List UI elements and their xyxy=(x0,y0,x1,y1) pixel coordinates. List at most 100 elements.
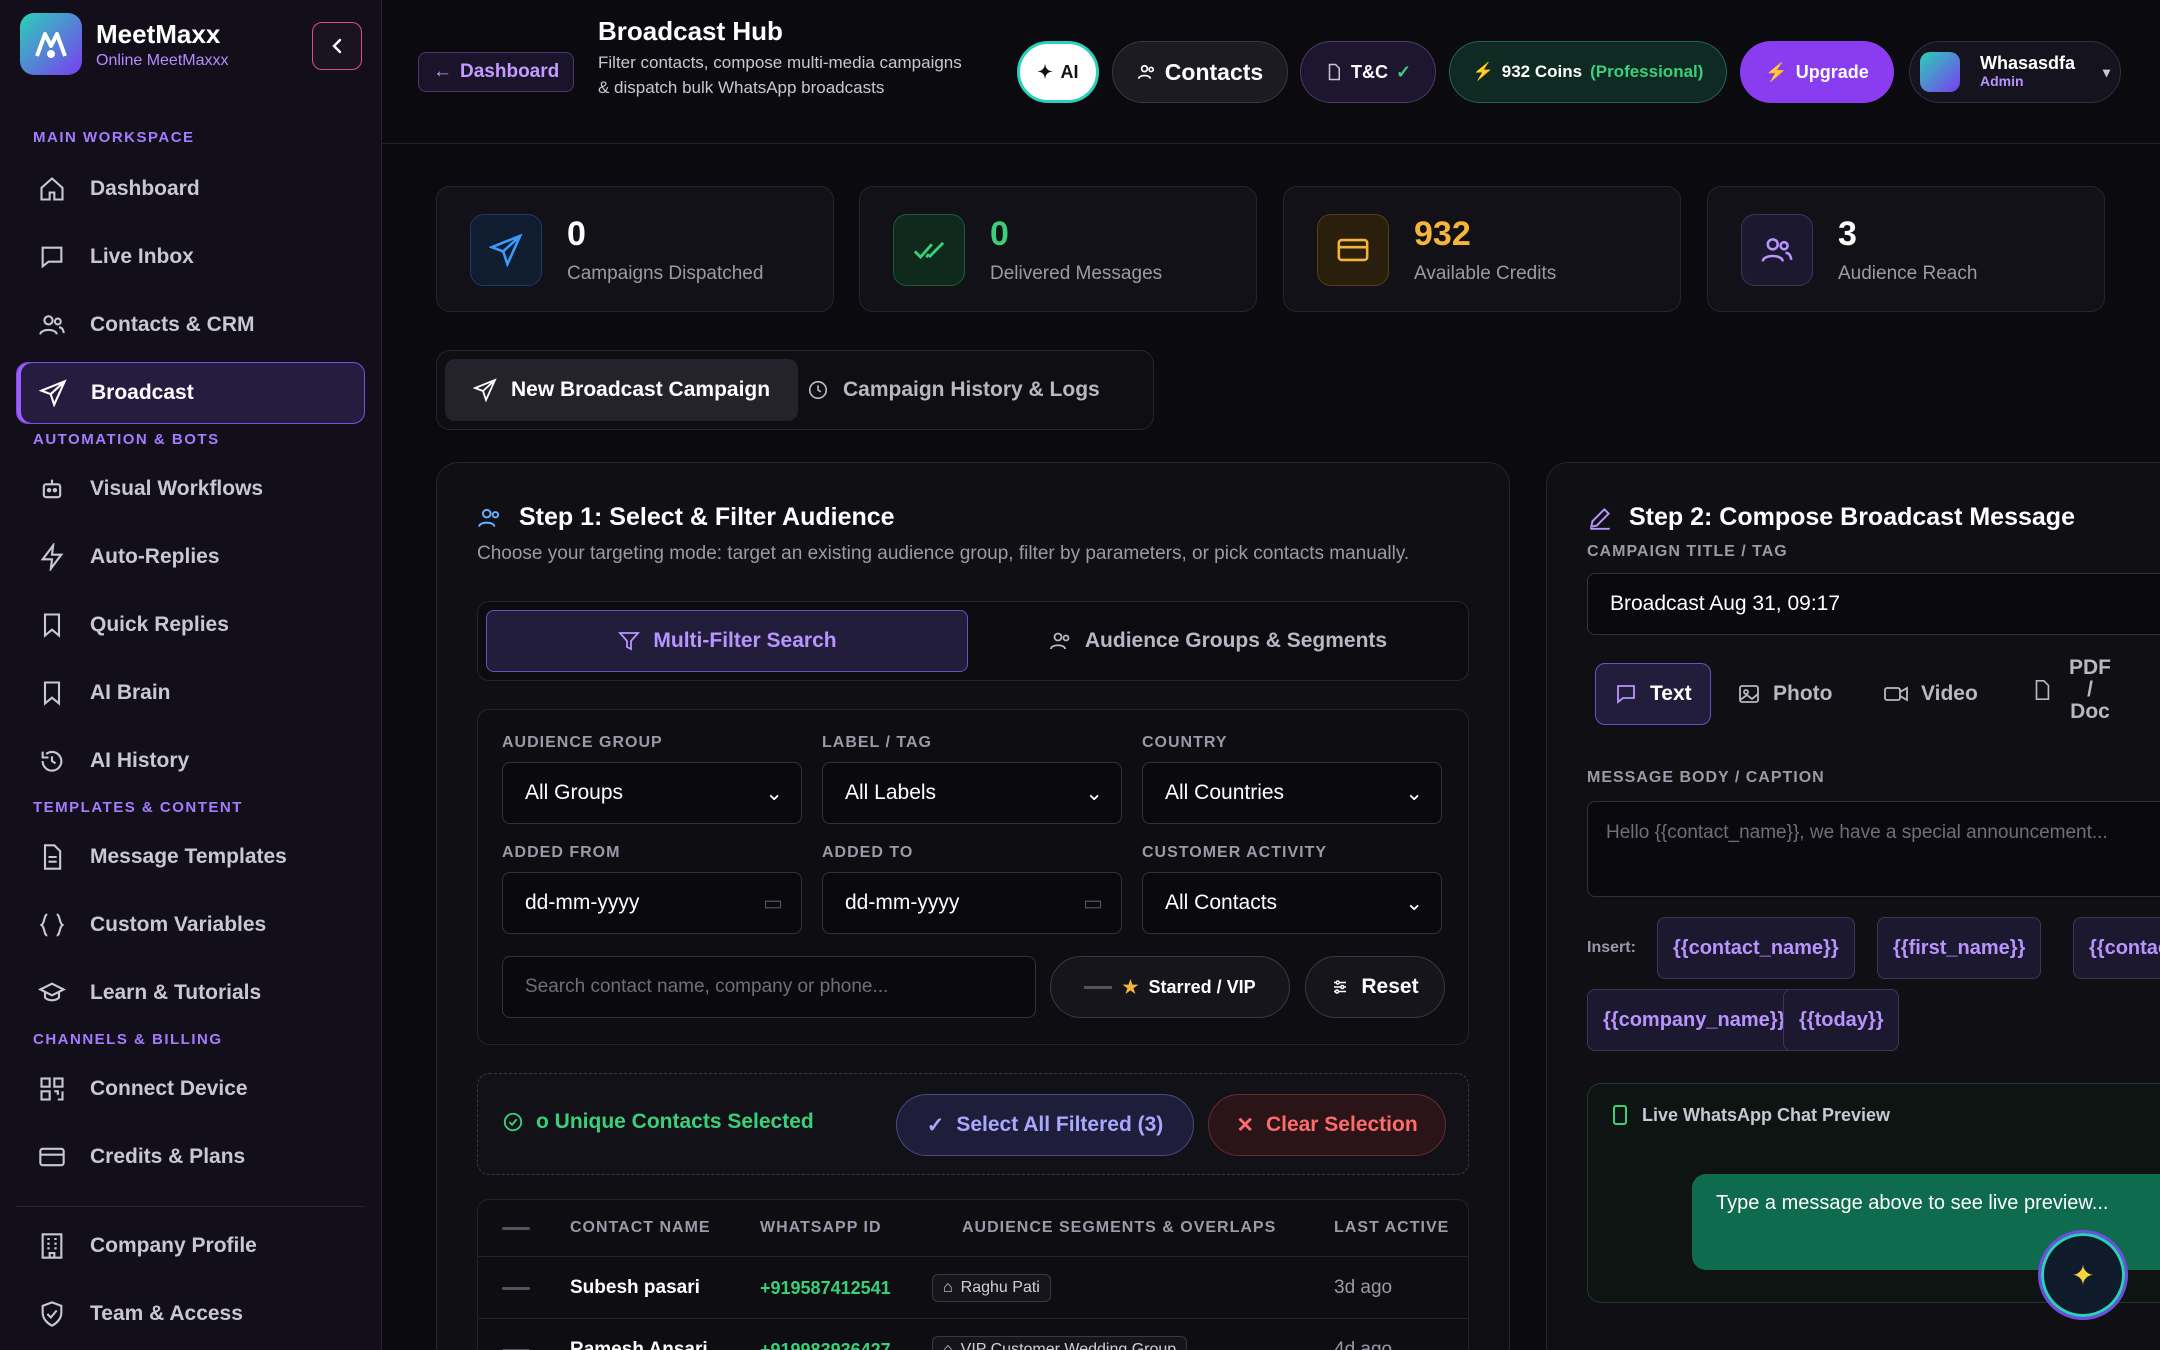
terms-button[interactable]: T&C ✓ xyxy=(1300,41,1436,103)
select-all-checkbox[interactable] xyxy=(502,1200,530,1256)
table-row[interactable]: Subesh pasari +919587412541 ⌂ Raghu Pati … xyxy=(478,1256,1468,1319)
media-type-tabs: Text Photo Video PDF / Doc xyxy=(1587,657,2160,741)
sidebar-item-ai-history[interactable]: AI History xyxy=(16,730,365,792)
mode-audience-groups[interactable]: Audience Groups & Segments xyxy=(978,610,1458,672)
sidebar-label: AI Brain xyxy=(90,681,171,704)
sidebar-label: Connect Device xyxy=(90,1077,248,1100)
sidebar-item-company-profile[interactable]: Company Profile xyxy=(16,1215,365,1277)
contacts-button[interactable]: Contacts xyxy=(1112,41,1288,103)
reset-filters-button[interactable]: Reset xyxy=(1305,956,1445,1018)
clear-selection-button[interactable]: ✕ Clear Selection xyxy=(1208,1094,1446,1156)
tab-new-broadcast[interactable]: New Broadcast Campaign xyxy=(445,359,799,421)
sidebar-item-connect-device[interactable]: Connect Device xyxy=(16,1058,365,1120)
sidebar-item-visual-workflows[interactable]: Visual Workflows xyxy=(16,458,365,520)
contact-search-input[interactable]: Search contact name, company or phone... xyxy=(502,956,1036,1018)
mode-multi-filter[interactable]: Multi-Filter Search xyxy=(486,610,968,672)
sidebar-item-dashboard[interactable]: Dashboard xyxy=(16,158,365,220)
contacts-table: CONTACT NAME WHATSAPP ID AUDIENCE SEGMEN… xyxy=(477,1199,1469,1350)
label-tag-select[interactable]: All Labels ⌄ xyxy=(822,762,1122,824)
media-tab-text[interactable]: Text xyxy=(1595,663,1711,725)
sidebar-label: Custom Variables xyxy=(90,913,267,936)
added-to-date[interactable]: dd-mm-yyyy ▭ xyxy=(822,872,1122,934)
collapse-sidebar-button[interactable] xyxy=(312,22,362,70)
user-menu[interactable]: Whasasdfa Admin ▾ xyxy=(1909,41,2121,103)
coins-badge[interactable]: ⚡ 932 Coins (Professional) xyxy=(1449,41,1727,103)
media-tab-photo[interactable]: Photo xyxy=(1737,663,1832,725)
select-value: All Countries xyxy=(1165,781,1285,804)
sidebar-item-credits-plans[interactable]: Credits & Plans xyxy=(16,1126,365,1188)
stat-value: 932 xyxy=(1414,215,1471,253)
sidebar-label: AI History xyxy=(90,749,190,772)
sidebar-item-auto-replies[interactable]: Auto-Replies xyxy=(16,526,365,588)
campaign-title-input[interactable]: Broadcast Aug 31, 09:17 xyxy=(1587,573,2160,635)
sidebar-label: Message Templates xyxy=(90,845,287,868)
tab-label: New Broadcast Campaign xyxy=(511,378,771,401)
row-checkbox[interactable] xyxy=(502,1257,530,1319)
customer-activity-select[interactable]: All Contacts ⌄ xyxy=(1142,872,1442,934)
variable-chip-first-name[interactable]: {{first_name}} xyxy=(1877,917,2042,979)
home-icon xyxy=(40,177,64,201)
stat-available-credits: 932 Available Credits xyxy=(1283,186,1681,312)
segment-tag: ⌂ VIP Customer Wedding Group xyxy=(932,1319,1188,1350)
variable-chip-company-name[interactable]: {{company_name}} xyxy=(1587,989,1802,1051)
sidebar-label: Credits & Plans xyxy=(90,1145,246,1168)
sidebar-item-broadcast[interactable]: Broadcast xyxy=(16,362,365,424)
document-icon xyxy=(2035,680,2050,700)
variable-chip-today[interactable]: {{today}} xyxy=(1783,989,1900,1051)
brand-name: MeetMaxx xyxy=(96,18,221,49)
terms-label: T&C xyxy=(1350,61,1388,82)
section-label-main: MAIN WORKSPACE xyxy=(33,128,195,146)
select-all-filtered-button[interactable]: ✓ Select All Filtered (3) xyxy=(896,1094,1194,1156)
message-placeholder: Hello {{contact_name}}, we have a specia… xyxy=(1606,822,2108,843)
phone-icon xyxy=(1613,1105,1627,1125)
ai-label: AI xyxy=(1060,61,1079,82)
logo xyxy=(20,13,82,75)
avatar xyxy=(1920,52,1960,92)
table-row[interactable]: Ramesh Ansari +919983936427 ⌂ VIP Custome… xyxy=(478,1318,1468,1350)
sidebar-item-contacts-crm[interactable]: Contacts & CRM xyxy=(16,294,365,356)
media-tab-video[interactable]: Video xyxy=(1883,663,1978,725)
back-to-dashboard-button[interactable]: ← Dashboard xyxy=(418,52,575,92)
segment-tag: ⌂ Raghu Pati xyxy=(932,1257,1051,1319)
country-select[interactable]: All Countries ⌄ xyxy=(1142,762,1442,824)
row-checkbox[interactable] xyxy=(502,1319,530,1350)
chevron-left-icon xyxy=(332,38,342,54)
audience-group-select[interactable]: All Groups ⌄ xyxy=(502,762,802,824)
check-icon: ✓ xyxy=(926,1113,945,1137)
step2-title: Step 2: Compose Broadcast Message xyxy=(1629,503,2075,531)
coins-count: 932 Coins xyxy=(1501,62,1583,81)
sidebar-item-live-inbox[interactable]: Live Inbox xyxy=(16,226,365,288)
campaign-title-label: CAMPAIGN TITLE / TAG xyxy=(1587,543,1788,560)
starred-vip-toggle[interactable]: ★ Starred / VIP xyxy=(1050,956,1290,1018)
media-tab-pdf-doc[interactable]: PDF / Doc xyxy=(2031,657,2115,723)
last-active: 3d ago xyxy=(1334,1277,1393,1298)
sidebar-item-ai-brain[interactable]: AI Brain xyxy=(16,662,365,724)
step1-title: Step 1: Select & Filter Audience xyxy=(519,503,895,531)
filter-panel: AUDIENCE GROUP All Groups ⌄ LABEL / TAG A… xyxy=(477,709,1469,1045)
sidebar-item-custom-variables[interactable]: Custom Variables xyxy=(16,894,365,956)
sidebar-item-quick-replies[interactable]: Quick Replies xyxy=(16,594,365,656)
graduation-cap-icon xyxy=(38,982,66,1002)
sidebar-item-message-templates[interactable]: Message Templates xyxy=(16,826,365,888)
sidebar-item-team-access[interactable]: Team & Access xyxy=(16,1283,365,1345)
user-name: Whasasdfa xyxy=(1980,53,2076,73)
message-body-label: MESSAGE BODY / CAPTION xyxy=(1587,769,1825,786)
selected-count: o Unique Contacts Selected xyxy=(502,1110,814,1134)
ai-assistant-fab[interactable]: ✦ xyxy=(2038,1230,2128,1320)
ai-button[interactable]: ✦ AI xyxy=(1017,41,1099,103)
message-body-input[interactable]: Hello {{contact_name}}, we have a specia… xyxy=(1587,801,2160,897)
variable-chip-contact-name[interactable]: {{contact_name}} xyxy=(1657,917,1855,979)
added-from-date[interactable]: dd-mm-yyyy ▭ xyxy=(502,872,802,934)
selected-text: o Unique Contacts Selected xyxy=(536,1110,814,1133)
tab-campaign-history[interactable]: Campaign History & Logs xyxy=(793,359,1114,421)
targeting-mode-toggle: Multi-Filter Search Audience Groups & Se… xyxy=(477,601,1469,681)
sparkle-icon: ✦ xyxy=(2071,1259,2095,1291)
calendar-icon: ▭ xyxy=(763,891,783,915)
sidebar-item-learn-tutorials[interactable]: Learn & Tutorials xyxy=(16,962,365,1024)
upgrade-button[interactable]: ⚡ Upgrade xyxy=(1740,41,1894,103)
media-tab-label: Video xyxy=(1921,682,1978,705)
variable-chip-contact[interactable]: {{contact_ xyxy=(2073,917,2160,979)
stat-value: 0 xyxy=(567,215,586,253)
stat-label: Available Credits xyxy=(1414,263,1557,284)
select-all-label: Select All Filtered (3) xyxy=(956,1113,1164,1136)
